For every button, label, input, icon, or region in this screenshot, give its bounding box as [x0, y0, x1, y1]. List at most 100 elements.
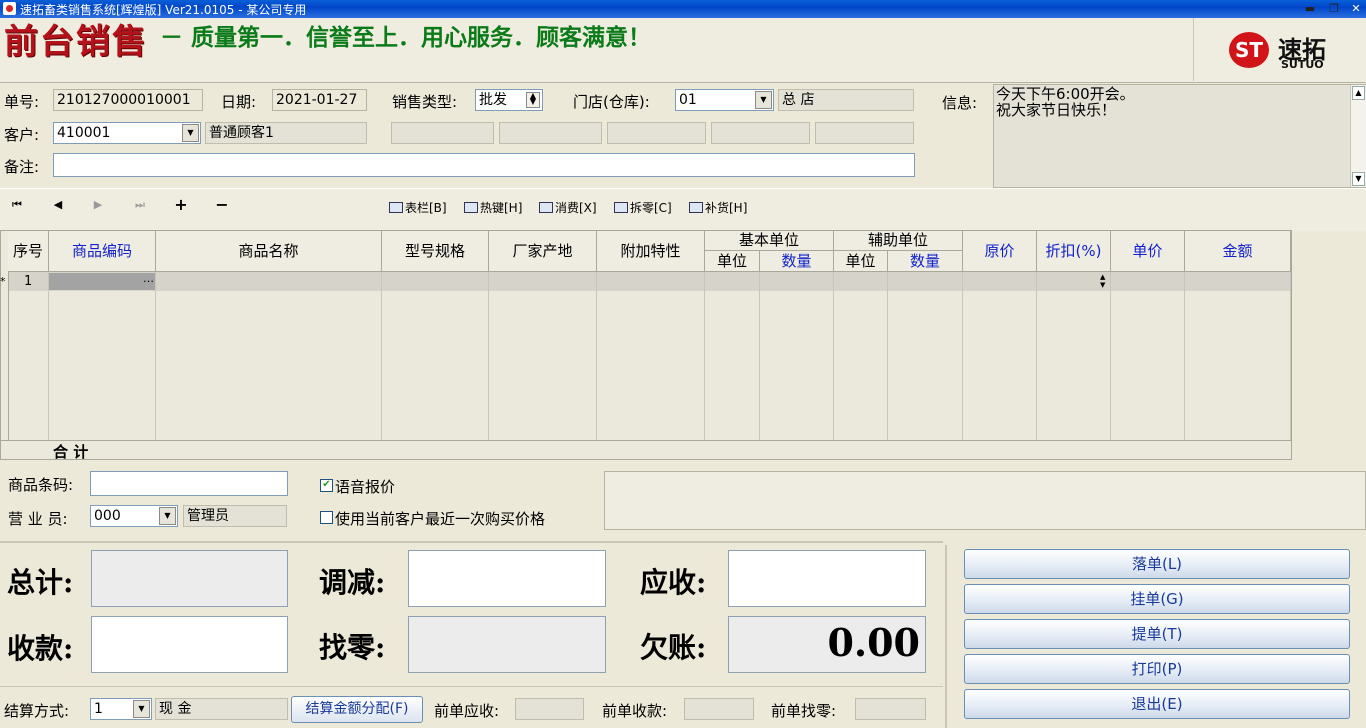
- sale-type-select[interactable]: 批发 ▲ ▼: [475, 89, 543, 111]
- restock-icon: [689, 202, 703, 213]
- remove-row-icon[interactable]: −: [213, 195, 231, 214]
- title-bar: 速拓畜类销售系统[辉煌版] Ver21.0105 - 某公司专用 ▬ ❐ ✕: [0, 0, 1366, 18]
- exit-button[interactable]: 退出(E): [964, 689, 1350, 719]
- change-value-box: [408, 616, 606, 673]
- nav-last-icon[interactable]: ⏭: [131, 198, 149, 212]
- last-price-label: 使用当前客户最近一次购买价格: [335, 510, 546, 528]
- add-row-icon[interactable]: +: [172, 195, 190, 214]
- hotkey-button[interactable]: 热键[H]: [464, 199, 522, 216]
- col-header-amount[interactable]: 金额: [1185, 231, 1291, 272]
- clerk-label: 营 业 员:: [8, 510, 68, 528]
- chevron-down-icon[interactable]: ▼: [182, 124, 199, 142]
- nav-first-icon[interactable]: ⏮: [8, 198, 26, 212]
- col-header-name[interactable]: 商品名称: [156, 231, 382, 272]
- customer-extra-field-5: [815, 122, 914, 144]
- info-scrollbar[interactable]: ▲ ▼: [1350, 85, 1366, 187]
- divider: [0, 541, 943, 543]
- chevron-down-icon[interactable]: ▼: [133, 700, 150, 718]
- logo-icon: ST: [1229, 32, 1269, 68]
- col-header-unit-price[interactable]: 单价: [1111, 231, 1185, 272]
- col-header-aux-qty[interactable]: 数量: [888, 251, 963, 272]
- table-icon: [389, 202, 403, 213]
- receivable-input[interactable]: [728, 550, 926, 607]
- close-button[interactable]: ✕: [1346, 0, 1366, 17]
- payment-method-select[interactable]: 1 ▼: [90, 698, 152, 720]
- col-header-seq[interactable]: 序号: [8, 231, 49, 272]
- print-button[interactable]: 打印(P): [964, 654, 1350, 684]
- prev-change-label: 前单找零:: [771, 702, 837, 720]
- col-line: [49, 272, 156, 440]
- col-header-base-unit-group: 基本单位: [705, 231, 834, 251]
- change-label: 找零:: [319, 631, 386, 664]
- remark-input[interactable]: [53, 153, 915, 177]
- col-header-aux-unit[interactable]: 单位: [834, 251, 888, 272]
- barcode-input[interactable]: [90, 471, 288, 496]
- adjust-input[interactable]: [408, 550, 606, 607]
- col-header-discount[interactable]: 折扣(%): [1037, 231, 1111, 272]
- paid-label: 收款:: [7, 632, 74, 665]
- sale-type-value: 批发: [479, 92, 507, 108]
- col-line: [963, 272, 1037, 440]
- receivable-label: 应收:: [640, 566, 707, 599]
- consume-label: 消费[X]: [555, 201, 597, 215]
- retrieve-order-button[interactable]: 提单(T): [964, 619, 1350, 649]
- consume-button[interactable]: 消费[X]: [539, 199, 597, 216]
- col-header-maker[interactable]: 厂家产地: [489, 231, 597, 272]
- customer-code-value: 410001: [57, 125, 111, 141]
- minimize-button[interactable]: ▬: [1300, 0, 1320, 17]
- order-no-label: 单号:: [4, 93, 40, 111]
- payment-name-field: 现 金: [155, 698, 288, 720]
- banner-slogan: － 质量第一．信誉至上．用心服务．顾客满意！: [160, 24, 652, 51]
- payment-split-button[interactable]: 结算金额分配(F): [291, 696, 423, 723]
- scroll-down-icon[interactable]: ▼: [1352, 172, 1365, 186]
- customer-select[interactable]: 410001 ▼: [53, 122, 201, 144]
- split-label: 拆零[C]: [630, 201, 672, 215]
- col-header-orig-price[interactable]: 原价: [963, 231, 1037, 272]
- voice-price-checkbox[interactable]: ✔: [320, 479, 333, 492]
- spin-icon[interactable]: ▲ ▼: [526, 92, 540, 108]
- restock-button[interactable]: 补货[H]: [689, 199, 747, 216]
- hold-order-button[interactable]: 挂单(G): [964, 584, 1350, 614]
- date-field[interactable]: 2021-01-27: [272, 89, 367, 111]
- total-row: [0, 440, 1291, 461]
- col-line: [8, 272, 49, 440]
- columns-button[interactable]: 表栏[B]: [389, 199, 447, 216]
- col-header-spec[interactable]: 型号规格: [382, 231, 489, 272]
- customer-extra-field-3: [607, 122, 706, 144]
- chevron-down-icon[interactable]: ▼: [159, 507, 176, 525]
- scroll-up-icon[interactable]: ▲: [1352, 86, 1365, 100]
- order-no-field[interactable]: 210127000010001: [53, 89, 203, 111]
- col-line: [597, 272, 705, 440]
- store-label: 门店(仓库):: [573, 93, 650, 111]
- nav-next-icon[interactable]: ▶: [89, 198, 107, 211]
- split-button[interactable]: 拆零[C]: [614, 199, 672, 216]
- paid-input[interactable]: [91, 616, 288, 673]
- clerk-select[interactable]: 000 ▼: [90, 505, 178, 527]
- confirm-order-button[interactable]: 落单(L): [964, 549, 1350, 579]
- col-header-base-unit[interactable]: 单位: [705, 251, 760, 272]
- logo-subtext: SUTUO: [1281, 58, 1324, 71]
- customer-extra-field-2: [499, 122, 602, 144]
- payment-method-label: 结算方式:: [4, 702, 70, 720]
- col-line: [8, 272, 9, 440]
- col-header-base-qty[interactable]: 数量: [760, 251, 834, 272]
- customer-extra-field-1: [391, 122, 494, 144]
- col-header-extra[interactable]: 附加特性: [597, 231, 705, 272]
- hotkey-label: 热键[H]: [480, 201, 523, 215]
- chevron-down-icon[interactable]: ▼: [755, 91, 772, 109]
- divider: [945, 545, 947, 728]
- prev-change-field: [855, 698, 926, 720]
- nav-prev-icon[interactable]: ◀: [49, 198, 67, 211]
- last-price-checkbox[interactable]: [320, 511, 333, 524]
- prev-receivable-field: [515, 698, 584, 720]
- payment-code-value: 1: [94, 701, 103, 717]
- date-label: 日期:: [221, 93, 257, 111]
- prev-paid-label: 前单收款:: [602, 702, 668, 720]
- clerk-code-value: 000: [94, 508, 121, 524]
- restore-button[interactable]: ❐: [1324, 0, 1344, 17]
- col-line: [489, 272, 597, 440]
- col-line: [834, 272, 888, 440]
- col-header-code[interactable]: 商品编码: [49, 231, 156, 272]
- store-select[interactable]: 01 ▼: [675, 89, 774, 111]
- col-line: [1185, 272, 1291, 440]
